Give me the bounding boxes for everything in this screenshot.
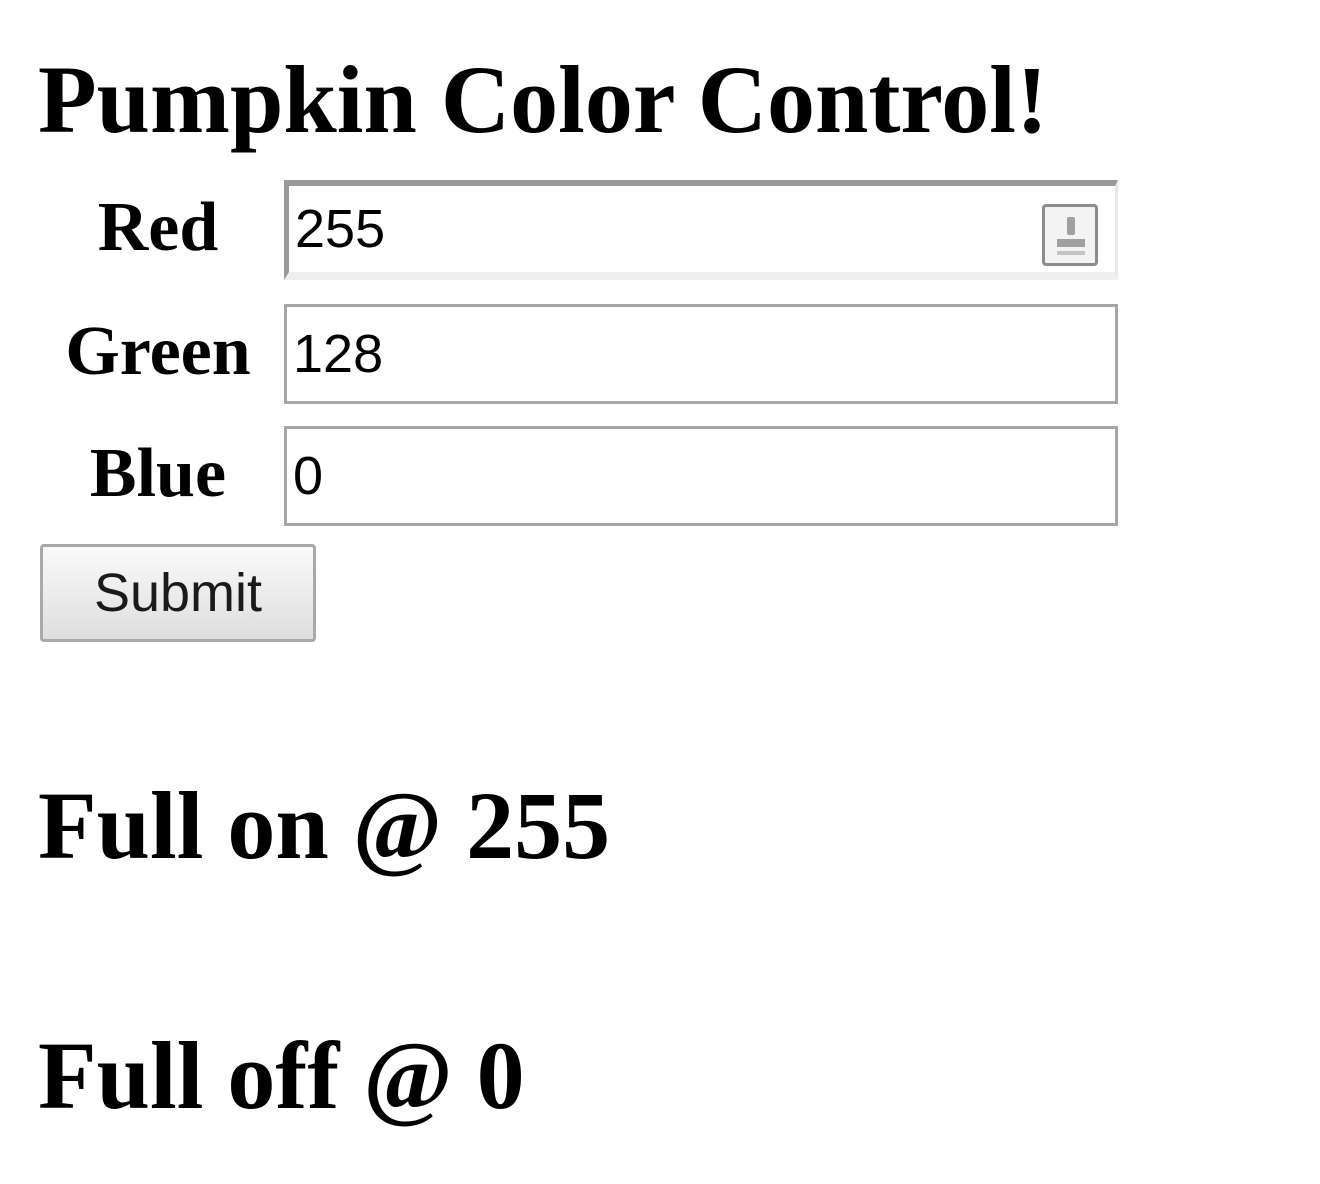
green-label: Green [65,313,251,390]
blue-label: Blue [89,435,227,512]
autofill-icon[interactable] [1042,204,1098,266]
autofill-icon-stem [1067,217,1075,235]
full-on-heading: Full on @ 255 [38,772,611,879]
autofill-icon-line [1057,251,1085,255]
red-label: Red [97,189,219,266]
red-input[interactable] [284,180,1118,280]
green-input[interactable] [284,304,1118,404]
blue-input[interactable] [284,426,1118,526]
full-off-heading: Full off @ 0 [38,1022,525,1129]
page-title: Pumpkin Color Control! [38,46,1048,153]
submit-button[interactable]: Submit [40,544,316,642]
autofill-icon-base [1057,239,1085,247]
